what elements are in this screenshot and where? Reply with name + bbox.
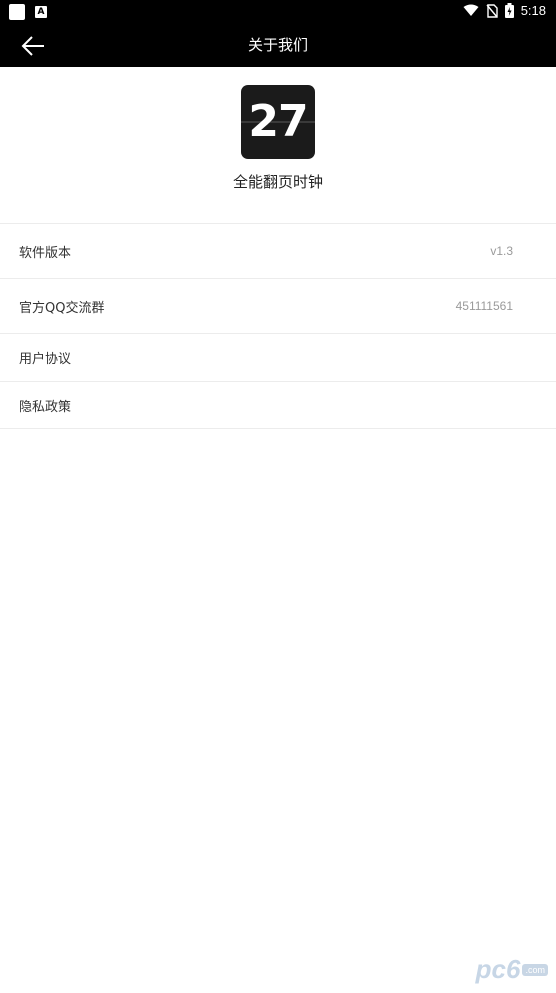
row-label: 软件版本 bbox=[19, 245, 72, 261]
app-icon-number: 27 bbox=[248, 96, 308, 147]
version-value: v1.3 bbox=[490, 244, 513, 258]
notification-square-icon bbox=[9, 4, 25, 20]
app-name: 全能翻页时钟 bbox=[232, 173, 323, 191]
row-qq-group[interactable]: 官方QQ交流群 451111561 bbox=[0, 279, 556, 333]
app-header: 27 全能翻页时钟 bbox=[0, 67, 556, 223]
row-label: 用户协议 bbox=[19, 352, 72, 367]
row-privacy-policy[interactable]: 隐私政策 bbox=[0, 382, 556, 428]
status-right-icons: 5:18 bbox=[463, 3, 546, 18]
qq-group-value: 451111561 bbox=[455, 299, 513, 313]
a-letter-icon: A bbox=[35, 6, 47, 18]
watermark-tag: .com bbox=[522, 963, 548, 976]
watermark: pc6 .com bbox=[476, 954, 548, 985]
row-software-version[interactable]: 软件版本 v1.3 bbox=[0, 224, 556, 278]
battery-charging-icon bbox=[504, 3, 514, 18]
watermark-text: pc6 bbox=[475, 954, 521, 984]
toolbar: 关于我们 bbox=[0, 24, 556, 67]
no-sim-icon bbox=[486, 3, 498, 18]
page-title: 关于我们 bbox=[247, 36, 308, 54]
row-user-agreement[interactable]: 用户协议 bbox=[0, 334, 556, 381]
app-logo-icon: 27 bbox=[241, 85, 315, 159]
wifi-icon bbox=[463, 4, 479, 16]
divider bbox=[0, 428, 556, 429]
row-label: 官方QQ交流群 bbox=[19, 300, 105, 316]
row-label: 隐私政策 bbox=[19, 399, 72, 415]
status-bar: A 5:18 bbox=[0, 0, 556, 24]
status-left-icons: A bbox=[9, 4, 47, 20]
status-time: 5:18 bbox=[520, 3, 546, 18]
